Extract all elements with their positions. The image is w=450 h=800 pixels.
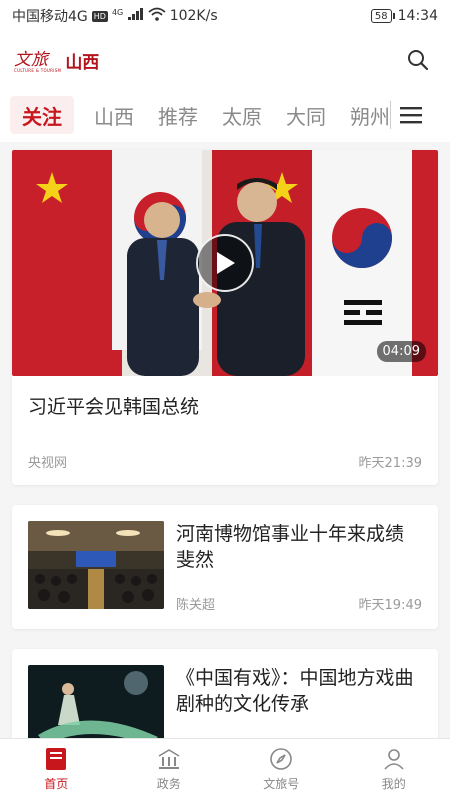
app-header: 文旅 CULTURE & TOURISM 山西 <box>0 32 450 88</box>
profile-icon <box>384 749 404 770</box>
nav-tourism-account[interactable]: 文旅号 <box>225 739 338 800</box>
battery-icon: 58 <box>370 9 395 23</box>
network-speed: 102K/s <box>169 8 218 24</box>
tab-follow[interactable]: 关注 <box>10 96 74 134</box>
article-title[interactable]: 河南博物馆事业十年来成绩斐然 <box>176 521 422 573</box>
government-icon <box>158 749 180 769</box>
carrier-label: 中国移动4G <box>12 9 88 25</box>
menu-icon <box>400 107 422 124</box>
search-button[interactable] <box>400 42 436 78</box>
featured-time: 昨天21:39 <box>358 456 422 471</box>
status-left: 中国移动4G HD 4G 102K/s <box>12 6 218 26</box>
nav-government-label: 政务 <box>156 777 181 791</box>
status-right: 58 14:34 <box>370 8 438 24</box>
play-icon <box>217 252 235 274</box>
cellular-signal-icon: 4G <box>112 8 144 25</box>
logo-main-text: 山西 <box>65 52 100 73</box>
article-thumbnail[interactable] <box>28 521 164 609</box>
hd-badge: HD <box>91 10 108 22</box>
featured-title[interactable]: 习近平会见韩国总统 <box>12 376 438 452</box>
nav-profile[interactable]: 我的 <box>338 739 450 800</box>
video-thumbnail[interactable]: 04:09 <box>12 150 438 376</box>
tab-shuozhou[interactable]: 朔州 <box>338 96 390 134</box>
status-bar: 中国移动4G HD 4G 102K/s 58 14:34 <box>0 0 450 32</box>
article-card[interactable]: 河南博物馆事业十年来成绩斐然 陈关超 昨天19:49 <box>12 505 438 629</box>
article-meta: 陈关超 昨天19:49 <box>176 594 422 613</box>
tab-datong[interactable]: 大同 <box>274 96 338 134</box>
signal-type-label: 4G <box>111 7 124 17</box>
app-logo[interactable]: 文旅 CULTURE & TOURISM 山西 <box>14 48 99 73</box>
featured-source: 央视网 <box>28 456 68 471</box>
article-body: 河南博物馆事业十年来成绩斐然 陈关超 昨天19:49 <box>164 521 422 613</box>
channel-menu-button[interactable] <box>391 95 431 135</box>
logo-subtitle: CULTURE & TOURISM <box>14 67 62 73</box>
news-feed[interactable]: 04:09 习近平会见韩国总统 央视网 昨天21:39 河南博物馆事业十年来成绩… <box>0 142 450 738</box>
clock: 14:34 <box>397 8 438 24</box>
nav-profile-label: 我的 <box>381 777 406 791</box>
channel-tabs: 关注 山西 推荐 太原 大同 朔州 <box>0 88 450 142</box>
featured-meta: 央视网 昨天21:39 <box>12 452 438 471</box>
tab-recommend[interactable]: 推荐 <box>146 96 210 134</box>
home-icon <box>46 748 67 770</box>
article-body: 《中国有戏》：中国地方戏曲剧种的文化传承 <box>164 665 422 738</box>
featured-video-card[interactable]: 04:09 习近平会见韩国总统 央视网 昨天21:39 <box>12 150 438 485</box>
video-duration: 04:09 <box>376 341 426 362</box>
article-thumbnail[interactable] <box>28 665 164 738</box>
battery-level: 58 <box>374 10 388 22</box>
article-title[interactable]: 《中国有戏》：中国地方戏曲剧种的文化传承 <box>176 665 422 717</box>
logo-script-text: 文旅 <box>14 49 48 70</box>
compass-icon <box>270 748 293 770</box>
article-author: 陈关超 <box>176 598 216 613</box>
tab-taiyuan[interactable]: 太原 <box>210 96 274 134</box>
play-button[interactable] <box>196 234 254 292</box>
bottom-navigation: 首页 政务 文旅号 我的 <box>0 738 450 800</box>
article-time: 昨天19:49 <box>358 598 422 613</box>
search-icon <box>408 50 429 71</box>
nav-tourism-label: 文旅号 <box>263 777 300 791</box>
nav-home-label: 首页 <box>44 777 69 791</box>
logo-mark: 文旅 CULTURE & TOURISM <box>14 49 62 73</box>
article-card[interactable]: 《中国有戏》：中国地方戏曲剧种的文化传承 <box>12 649 438 738</box>
wifi-icon <box>148 7 166 25</box>
tab-shanxi[interactable]: 山西 <box>82 96 146 134</box>
nav-home[interactable]: 首页 <box>0 739 113 800</box>
nav-government[interactable]: 政务 <box>113 739 226 800</box>
